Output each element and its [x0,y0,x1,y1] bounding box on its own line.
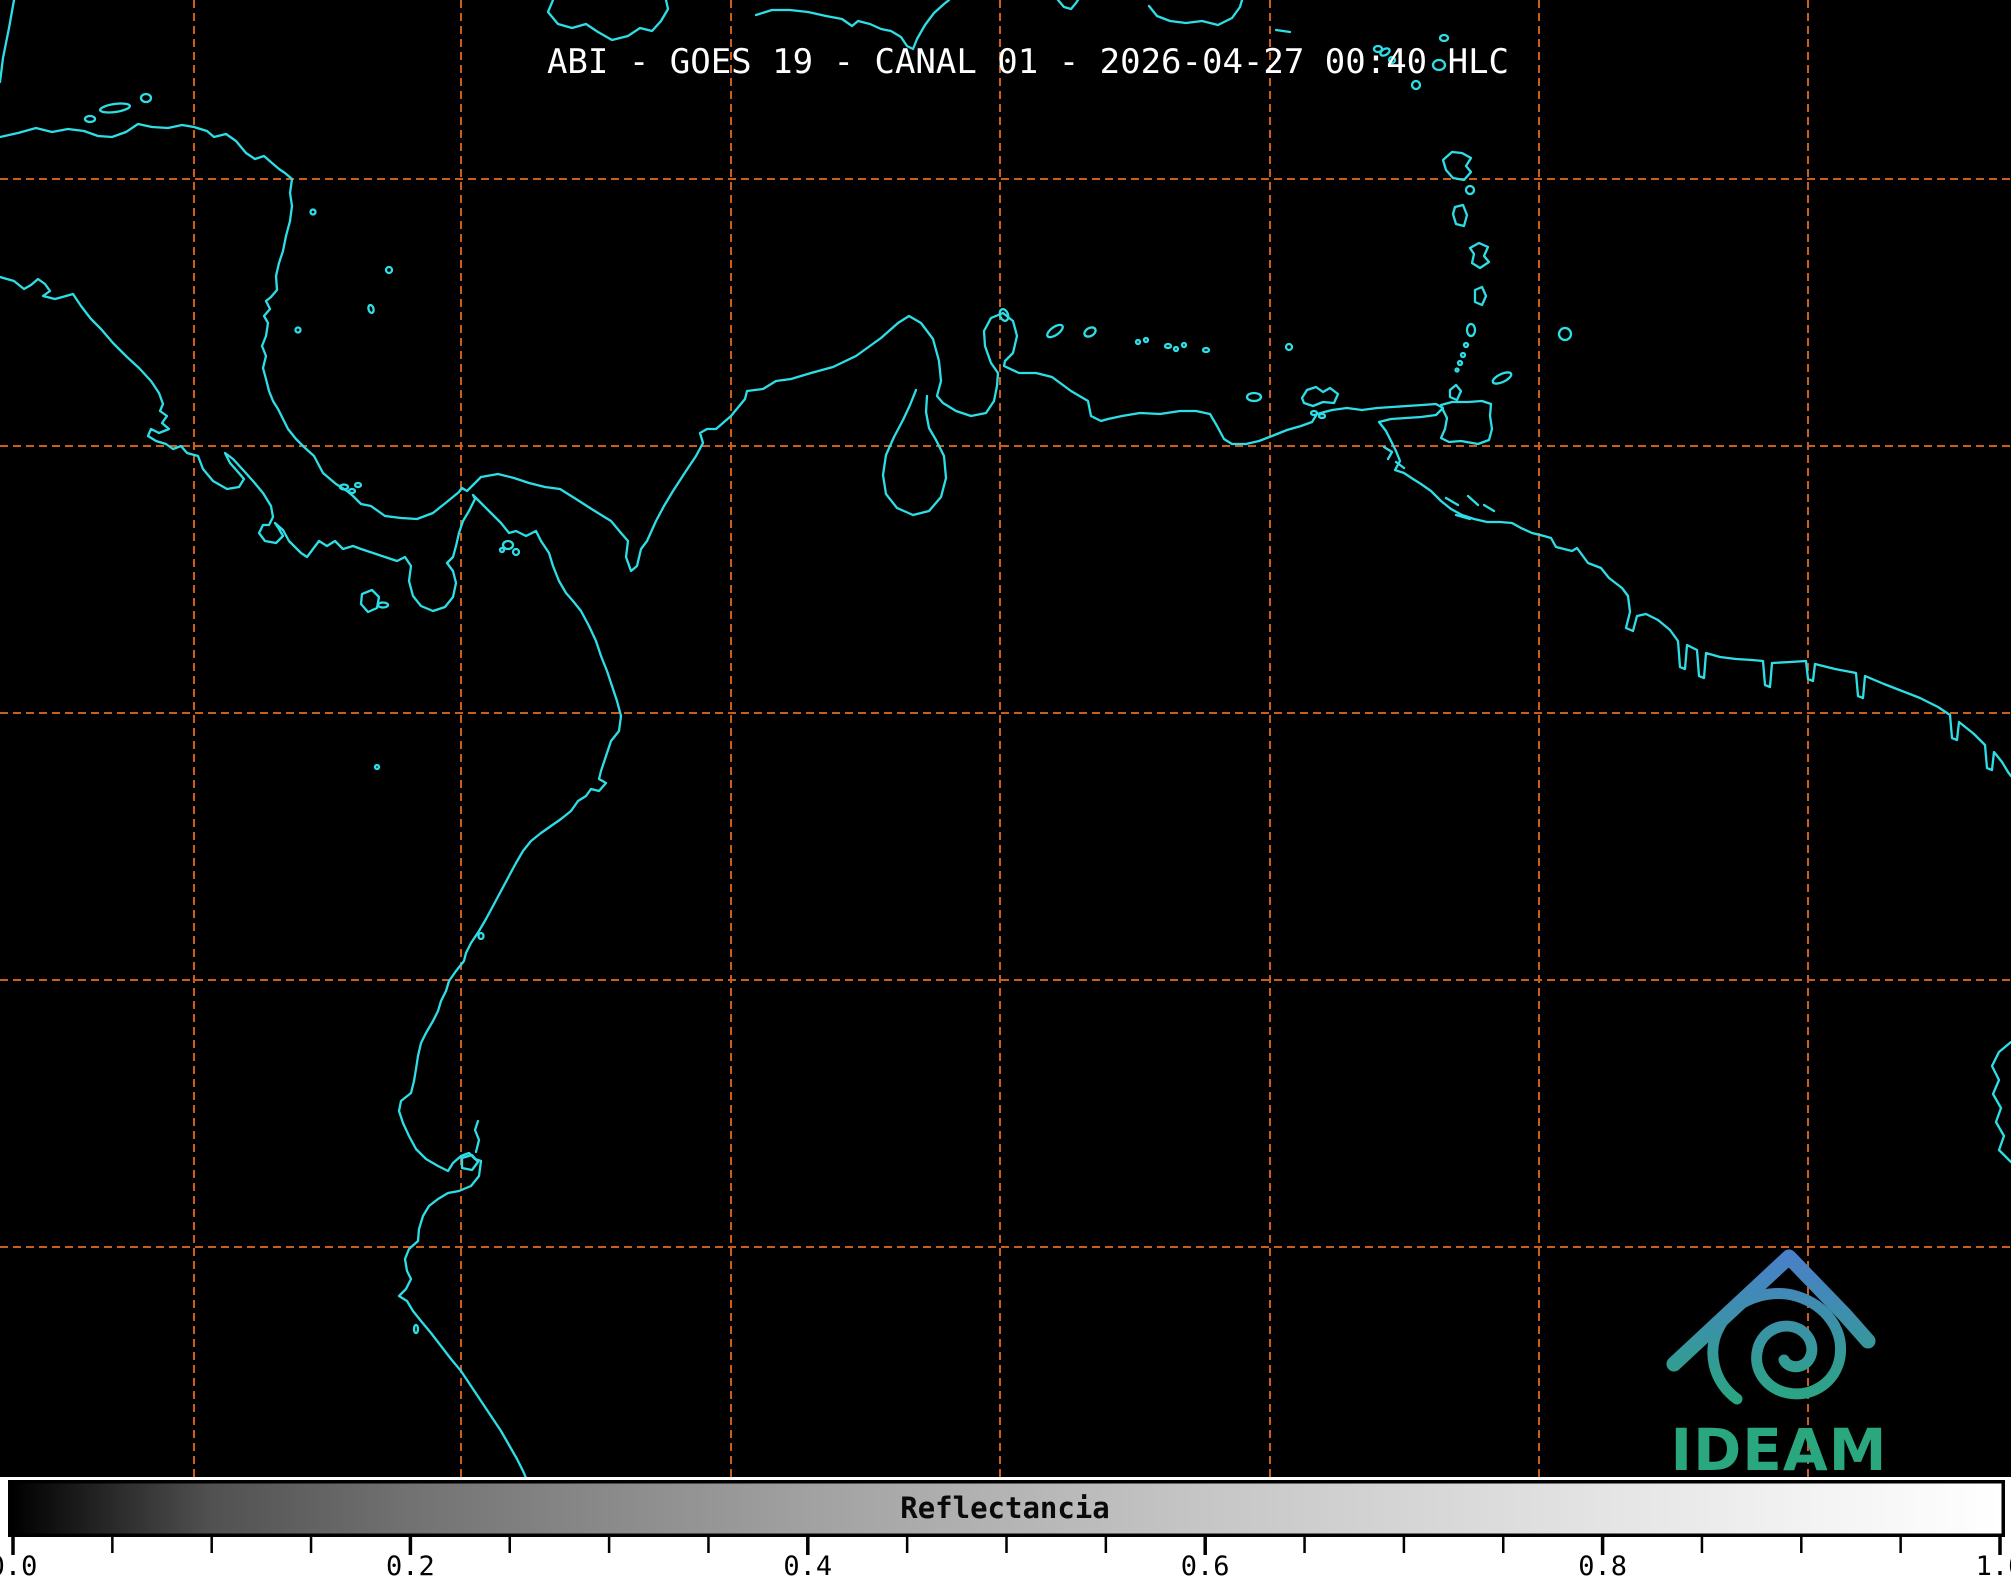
colorbar-tick-label: 0.8 [1578,1551,1627,1577]
colorbar-tick-label: 0.6 [1181,1551,1230,1577]
colorbar-title: Reflectancia [900,1491,1110,1525]
goes-satellite-map-figure: IDEAM ABI - GOES 19 - CANAL 01 - 2026-04… [0,0,2011,1577]
colorbar-tick-label: 0.0 [0,1551,37,1577]
colorbar-tick-label: 0.4 [783,1551,832,1577]
ideam-logo-text: IDEAM [1671,1416,1888,1484]
image-title: ABI - GOES 19 - CANAL 01 - 2026-04-27 00… [547,42,1509,82]
colorbar-ticks [11,1537,2002,1555]
colorbar-tick-label: 0.2 [386,1551,435,1577]
colorbar-tick-label: 1.0 [1976,1551,2011,1577]
map-background [0,0,2011,1478]
